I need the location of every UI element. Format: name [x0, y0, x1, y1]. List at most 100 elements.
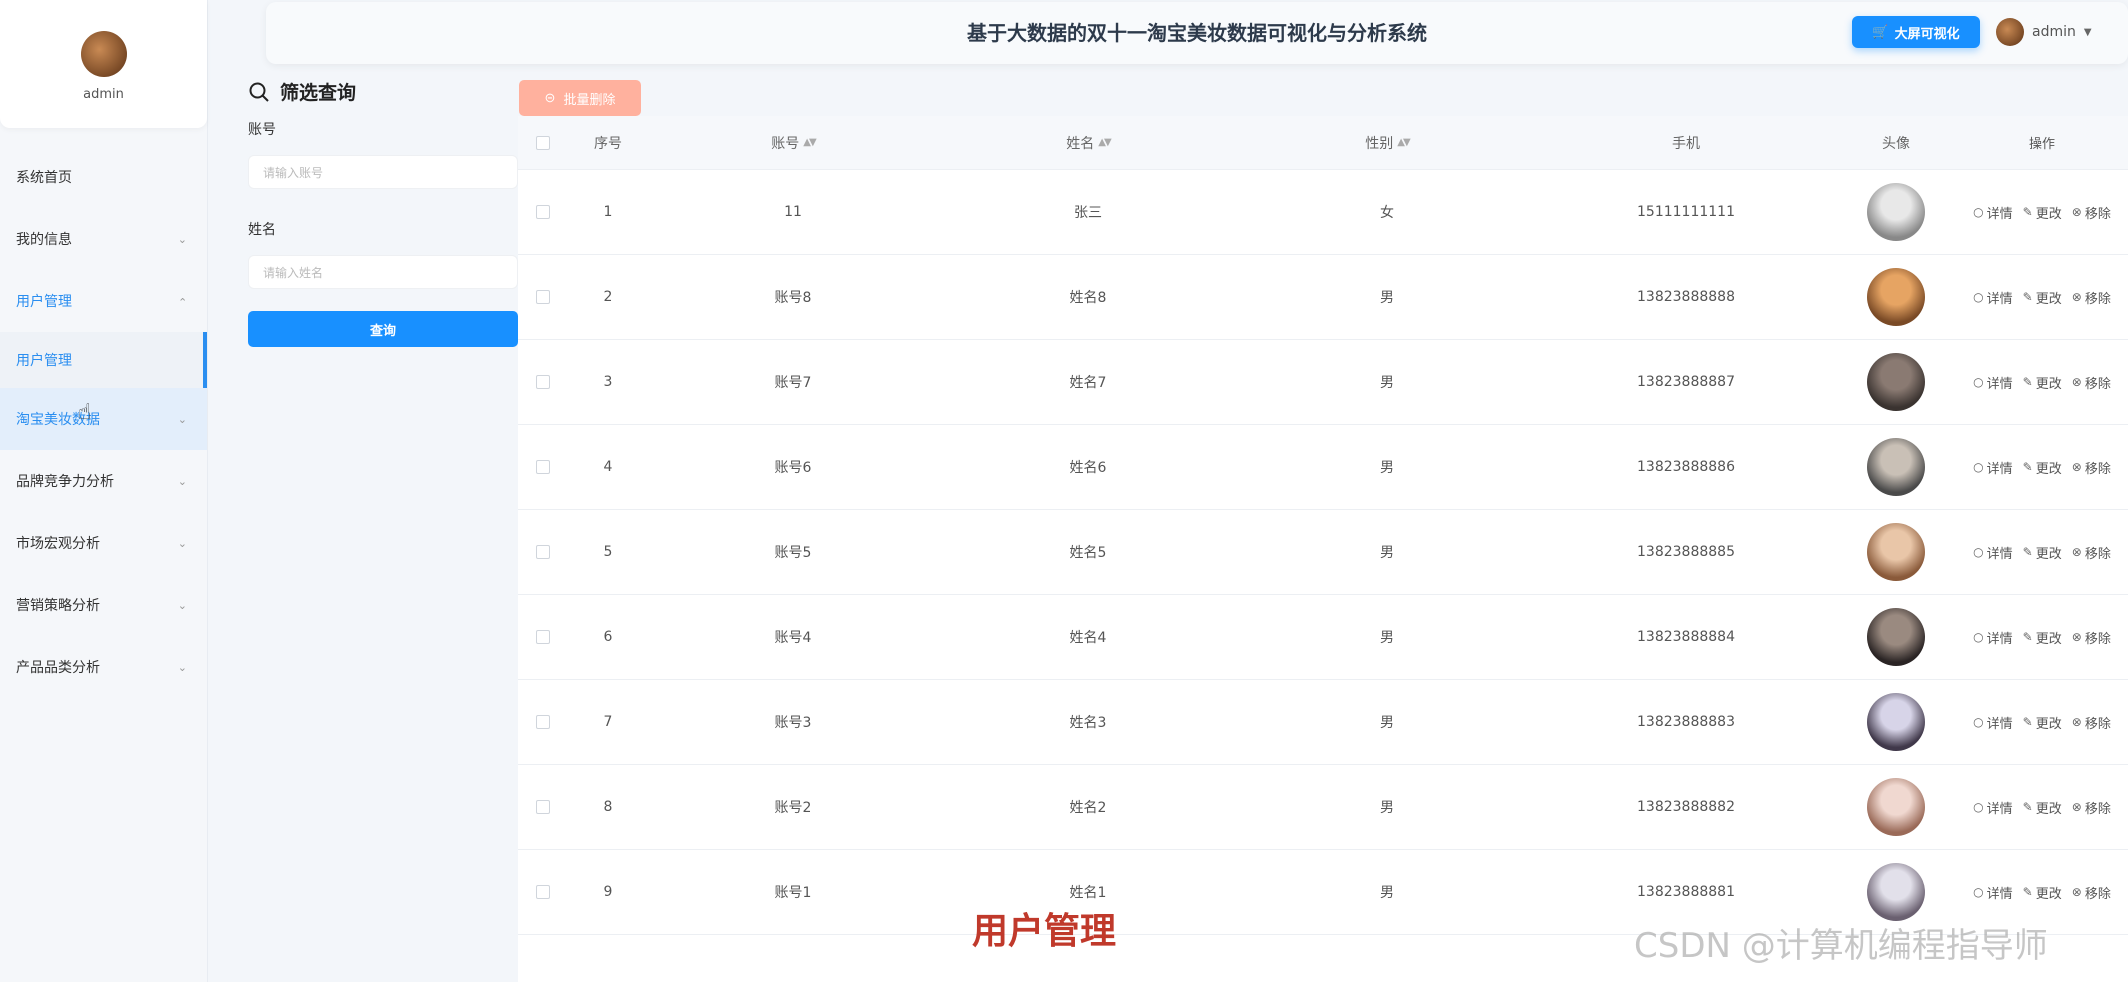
detail-button[interactable]: ○ 详情 [1973, 458, 2013, 477]
overlay-caption: 用户管理 [972, 911, 1117, 952]
table-row[interactable]: 3 账号7 姓名7 男 13823888887 ○ 详情 ✎ 更改 ⊗ 移除 [518, 340, 2128, 425]
avatar[interactable] [1867, 693, 1925, 751]
row-checkbox[interactable] [536, 290, 550, 304]
sidebar-item-market-analysis[interactable]: 市场宏观分析 ⌄ [0, 512, 207, 574]
query-button[interactable]: 查询 [248, 311, 518, 347]
avatar[interactable] [1867, 778, 1925, 836]
table-row[interactable]: 1 11 张三 女 15111111111 ○ 详情 ✎ 更改 ⊗ 移除 [518, 170, 2128, 255]
avatar[interactable] [1867, 268, 1925, 326]
edit-button[interactable]: ✎ 更改 [2023, 628, 2062, 647]
pencil-icon: ✎ [2022, 715, 2033, 729]
table-row[interactable]: 2 账号8 姓名8 男 13823888888 ○ 详情 ✎ 更改 ⊗ 移除 [518, 255, 2128, 340]
account-label: 账号 [248, 122, 276, 138]
edit-button[interactable]: ✎ 更改 [2023, 798, 2062, 817]
sidebar-item-label: 用户管理 [16, 353, 72, 369]
edit-button[interactable]: ✎ 更改 [2023, 883, 2062, 902]
cell-index: 4 [603, 459, 613, 475]
search-icon: ○ [1973, 715, 1984, 729]
avatar[interactable] [1867, 523, 1925, 581]
sidebar-profile: admin [0, 0, 207, 128]
detail-button[interactable]: ○ 详情 [1973, 628, 2013, 647]
user-table: 序号 账号 ▲▼ 姓名 ▲▼ 性别 ▲▼ 手机 头像 操作 1 11 张三 女 151… [518, 116, 2128, 982]
sidebar-item-marketing-analysis[interactable]: 营销策略分析 ⌄ [0, 574, 207, 636]
row-checkbox-cell [518, 460, 568, 474]
header-gender[interactable]: 性别 ▲▼ [1238, 133, 1536, 153]
detail-button[interactable]: ○ 详情 [1973, 543, 2013, 562]
name-input[interactable]: 请输入姓名 [248, 255, 518, 289]
row-checkbox[interactable] [536, 375, 550, 389]
remove-button[interactable]: ⊗ 移除 [2072, 628, 2111, 647]
sidebar-subitem-user-management[interactable]: 用户管理 [0, 332, 207, 388]
avatar[interactable] [1867, 863, 1925, 921]
cell-account: 11 [784, 204, 802, 220]
detail-button[interactable]: ○ 详情 [1973, 203, 2013, 222]
remove-button[interactable]: ⊗ 移除 [2072, 713, 2111, 732]
big-screen-label: 大屏可视化 [1894, 25, 1960, 41]
row-checkbox[interactable] [536, 630, 550, 644]
pencil-icon: ✎ [2022, 290, 2033, 304]
sidebar-item-taobao-data[interactable]: 淘宝美妆数据 ⌄ [0, 388, 207, 450]
cell-index: 9 [603, 884, 613, 900]
sidebar-item-my-info[interactable]: 我的信息 ⌄ [0, 208, 207, 270]
detail-button[interactable]: ○ 详情 [1973, 883, 2013, 902]
table-row[interactable]: 4 账号6 姓名6 男 13823888886 ○ 详情 ✎ 更改 ⊗ 移除 [518, 425, 2128, 510]
edit-button[interactable]: ✎ 更改 [2023, 458, 2062, 477]
table-row[interactable]: 8 账号2 姓名2 男 13823888882 ○ 详情 ✎ 更改 ⊗ 移除 [518, 765, 2128, 850]
account-input[interactable]: 请输入账号 [248, 155, 518, 189]
name-label: 姓名 [248, 222, 276, 238]
big-screen-button[interactable]: 🛒 大屏可视化 [1852, 16, 1980, 48]
header-account[interactable]: 账号 ▲▼ [648, 133, 938, 153]
select-all-checkbox[interactable] [536, 135, 550, 150]
row-checkbox[interactable] [536, 205, 550, 219]
edit-button[interactable]: ✎ 更改 [2023, 543, 2062, 562]
detail-button[interactable]: ○ 详情 [1973, 798, 2013, 817]
remove-button[interactable]: ⊗ 移除 [2072, 543, 2111, 562]
avatar[interactable] [80, 30, 127, 77]
row-checkbox[interactable] [536, 715, 550, 729]
edit-button[interactable]: ✎ 更改 [2023, 288, 2062, 307]
edit-label: 更改 [2035, 291, 2062, 307]
remove-button[interactable]: ⊗ 移除 [2072, 203, 2111, 222]
row-checkbox[interactable] [536, 800, 550, 814]
avatar[interactable] [1867, 608, 1925, 666]
cell-gender: 男 [1380, 290, 1394, 306]
table-row[interactable]: 7 账号3 姓名3 男 13823888883 ○ 详情 ✎ 更改 ⊗ 移除 [518, 680, 2128, 765]
remove-button[interactable]: ⊗ 移除 [2072, 798, 2111, 817]
edit-button[interactable]: ✎ 更改 [2023, 713, 2062, 732]
remove-label: 移除 [2084, 546, 2111, 562]
cell-account: 账号3 [774, 715, 812, 731]
detail-button[interactable]: ○ 详情 [1973, 373, 2013, 392]
sidebar-item-home[interactable]: 系统首页 [0, 146, 207, 208]
batch-delete-button[interactable]: ⊝ 批量删除 [519, 80, 641, 116]
remove-button[interactable]: ⊗ 移除 [2072, 458, 2111, 477]
edit-button[interactable]: ✎ 更改 [2023, 373, 2062, 392]
row-checkbox-cell [518, 630, 568, 644]
sidebar-item-brand-analysis[interactable]: 品牌竞争力分析 ⌄ [0, 450, 207, 512]
cell-index: 8 [603, 799, 613, 815]
sidebar-item-category-analysis[interactable]: 产品品类分析 ⌄ [0, 636, 207, 698]
avatar[interactable] [1867, 438, 1925, 496]
close-circle-icon: ⊗ [2071, 205, 2082, 219]
cell-avatar [1836, 863, 1956, 921]
user-menu[interactable]: admin ▼ [1996, 18, 2092, 46]
avatar[interactable] [1867, 183, 1925, 241]
table-row[interactable]: 5 账号5 姓名5 男 13823888885 ○ 详情 ✎ 更改 ⊗ 移除 [518, 510, 2128, 595]
table-row[interactable]: 6 账号4 姓名4 男 13823888884 ○ 详情 ✎ 更改 ⊗ 移除 [518, 595, 2128, 680]
detail-button[interactable]: ○ 详情 [1973, 288, 2013, 307]
cell-phone: 13823888883 [1637, 714, 1735, 730]
cell-ops: ○ 详情 ✎ 更改 ⊗ 移除 [1956, 543, 2128, 562]
sidebar-item-user-management[interactable]: 用户管理 ⌄ [0, 270, 207, 332]
row-checkbox[interactable] [536, 545, 550, 559]
remove-button[interactable]: ⊗ 移除 [2072, 883, 2111, 902]
cell-avatar [1836, 438, 1956, 496]
detail-button[interactable]: ○ 详情 [1973, 713, 2013, 732]
remove-button[interactable]: ⊗ 移除 [2072, 373, 2111, 392]
row-checkbox[interactable] [536, 460, 550, 474]
row-checkbox[interactable] [536, 885, 550, 899]
remove-button[interactable]: ⊗ 移除 [2072, 288, 2111, 307]
edit-button[interactable]: ✎ 更改 [2023, 203, 2062, 222]
watermark: CSDN @计算机编程指导师 [1634, 926, 2048, 966]
edit-label: 更改 [2035, 886, 2062, 902]
header-name[interactable]: 姓名 ▲▼ [938, 133, 1238, 153]
avatar[interactable] [1867, 353, 1925, 411]
